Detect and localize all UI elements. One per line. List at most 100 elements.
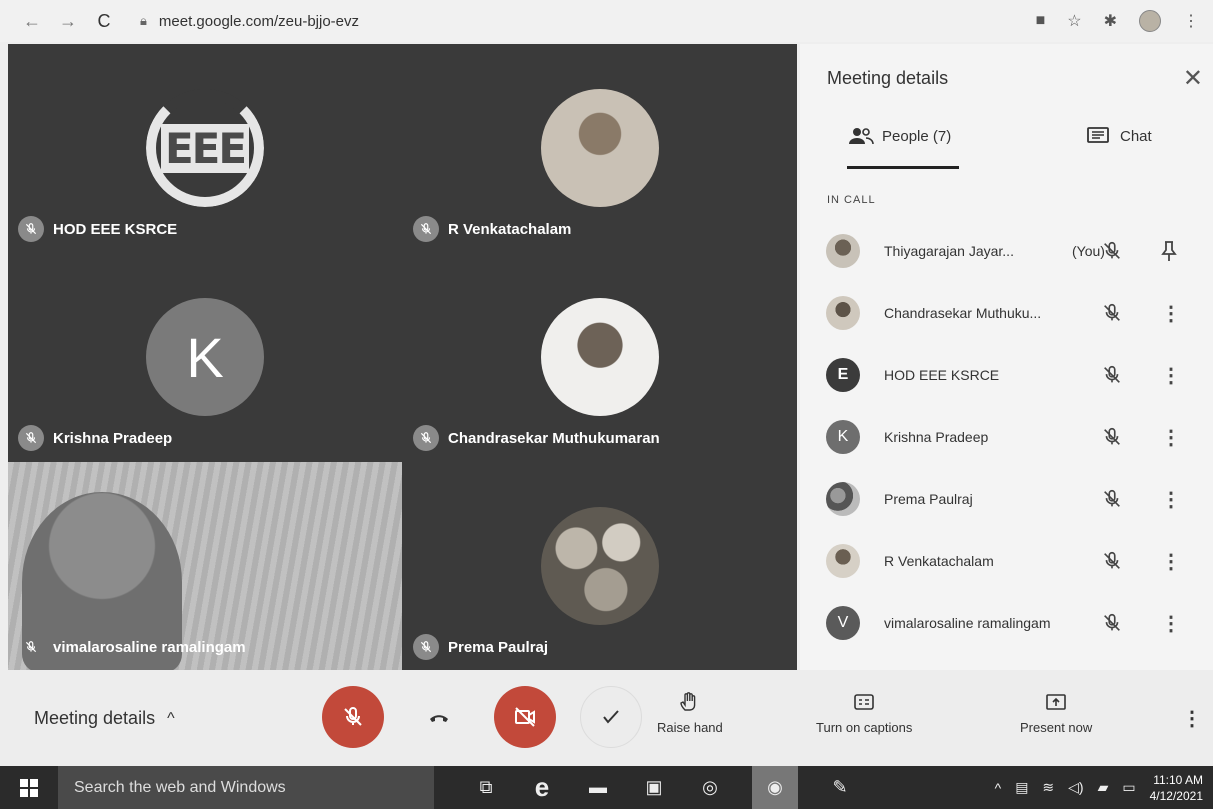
browser-menu-icon[interactable]: ⋮: [1183, 11, 1199, 31]
person-avatar: [826, 234, 860, 268]
checkmark-icon: [603, 710, 619, 724]
panel-tabs: People (7) Chat: [800, 126, 1213, 170]
more-options-icon[interactable]: ⋮: [1161, 301, 1181, 326]
video-grid: EEE HOD EEE KSRCE R Venkatachalam K Kris…: [8, 44, 797, 672]
participant-photo: [541, 298, 659, 416]
more-options-icon[interactable]: ⋮: [1161, 549, 1181, 574]
leave-call-button[interactable]: [408, 686, 470, 748]
pin-icon[interactable]: [1159, 240, 1179, 262]
participant-initial: K: [146, 298, 264, 416]
participant-video-tile[interactable]: vimalarosaline ramalingam: [8, 462, 402, 672]
paint-icon[interactable]: ✎: [826, 774, 854, 802]
back-icon[interactable]: ←: [22, 11, 42, 32]
more-options-icon[interactable]: ⋮: [1182, 706, 1202, 731]
chrome-icon[interactable]: ◉: [752, 766, 798, 809]
windows-logo-icon: [20, 778, 38, 797]
start-button[interactable]: [0, 766, 58, 809]
person-row[interactable]: Prema Paulraj ⋮: [826, 479, 1206, 519]
participant-label: R Venkatachalam: [413, 216, 571, 242]
system-tray: ^ ▤ ≋ ◁) ▰ ▭ 11:10 AM 4/12/2021: [995, 766, 1203, 809]
person-row[interactable]: E HOD EEE KSRCE ⋮: [826, 355, 1206, 395]
confirm-button[interactable]: [580, 686, 642, 748]
tab-people[interactable]: People (7): [848, 126, 951, 146]
participant-tile[interactable]: EEE HOD EEE KSRCE: [8, 44, 402, 252]
section-heading: IN CALL: [827, 194, 876, 206]
edge-browser-icon[interactable]: e: [528, 772, 556, 802]
hand-icon: [680, 692, 696, 711]
person-row[interactable]: Thiyagarajan Jayar... (You): [826, 231, 1206, 271]
person-row[interactable]: K Krishna Pradeep ⋮: [826, 417, 1206, 457]
clock[interactable]: 11:10 AM 4/12/2021: [1150, 772, 1203, 804]
more-options-icon[interactable]: ⋮: [1161, 611, 1181, 636]
mic-off-icon[interactable]: [1101, 612, 1123, 634]
captions-icon: [854, 694, 874, 710]
raise-hand-button[interactable]: Raise hand: [657, 692, 723, 735]
person-row[interactable]: V vimalarosaline ramalingam ⋮: [826, 603, 1206, 643]
wifi-icon[interactable]: ≋: [1042, 779, 1054, 796]
person-avatar: [826, 482, 860, 516]
keyboard-icon[interactable]: ▭: [1122, 779, 1135, 796]
profile-avatar[interactable]: [1139, 10, 1161, 32]
eee-logo: EEE: [146, 89, 264, 207]
present-icon: [1046, 694, 1066, 710]
browser-toolbar: ← → C 🔒︎ meet.google.com/zeu-bjjo-evz ■ …: [0, 0, 1213, 42]
notification-icon[interactable]: ▰: [1098, 779, 1109, 796]
address-bar[interactable]: 🔒︎ meet.google.com/zeu-bjjo-evz: [140, 13, 359, 30]
person-avatar: E: [826, 358, 860, 392]
taskbar-apps: ⧉ e ▬ ▣ ◎ ◉ ✎: [472, 766, 854, 809]
more-options-icon[interactable]: ⋮: [1161, 487, 1181, 512]
mic-off-icon[interactable]: [1101, 364, 1123, 386]
captions-button[interactable]: Turn on captions: [816, 692, 912, 735]
people-icon: [849, 128, 874, 145]
participant-tile[interactable]: Chandrasekar Muthukumaran: [403, 253, 797, 461]
volume-icon[interactable]: ◁): [1068, 779, 1083, 796]
more-options-icon[interactable]: ⋮: [1161, 425, 1181, 450]
panel-title: Meeting details: [827, 68, 949, 88]
lock-icon: 🔒︎: [140, 13, 147, 28]
mic-off-icon: [18, 216, 44, 242]
extension-icon[interactable]: ✱: [1104, 11, 1117, 31]
mic-off-icon: [344, 706, 362, 726]
microphone-toggle-button[interactable]: [322, 686, 384, 748]
camera-toggle-button[interactable]: [494, 686, 556, 748]
chat-icon: [1087, 127, 1109, 143]
more-options-icon[interactable]: ⋮: [1161, 363, 1181, 388]
store-icon[interactable]: ▣: [640, 774, 668, 802]
mic-off-icon[interactable]: [1101, 240, 1123, 262]
participant-tile[interactable]: K Krishna Pradeep: [8, 253, 402, 461]
app-icon[interactable]: ◎: [696, 774, 724, 802]
taskbar-search[interactable]: Search the web and Windows: [58, 766, 434, 809]
person-avatar: [826, 296, 860, 330]
participant-tile[interactable]: Prema Paulraj: [403, 462, 797, 670]
hang-up-icon: [430, 715, 448, 722]
camera-icon[interactable]: ■: [1036, 12, 1046, 30]
participant-photo: [541, 507, 659, 625]
forward-icon[interactable]: →: [58, 11, 78, 32]
mic-off-icon[interactable]: [1101, 302, 1123, 324]
participant-label: vimalarosaline ramalingam: [18, 634, 246, 660]
task-view-icon[interactable]: ⧉: [472, 774, 500, 802]
mic-off-icon[interactable]: [1101, 550, 1123, 572]
person-row[interactable]: R Venkatachalam ⋮: [826, 541, 1206, 581]
participant-label: HOD EEE KSRCE: [18, 216, 177, 242]
present-now-button[interactable]: Present now: [1020, 692, 1092, 735]
meeting-details-button[interactable]: Meeting details ^: [34, 708, 175, 729]
reload-icon[interactable]: C: [94, 11, 114, 32]
mic-off-icon: [18, 425, 44, 451]
windows-taskbar: Search the web and Windows ⧉ e ▬ ▣ ◎ ◉ ✎…: [0, 766, 1213, 809]
person-row[interactable]: Chandrasekar Muthuku... ⋮: [826, 293, 1206, 333]
file-explorer-icon[interactable]: ▬: [584, 774, 612, 802]
participant-tile[interactable]: R Venkatachalam: [403, 44, 797, 252]
mic-off-icon: [413, 425, 439, 451]
language-icon[interactable]: ▤: [1015, 779, 1028, 796]
mic-off-icon[interactable]: [1101, 488, 1123, 510]
meeting-details-panel: Meeting details ✕ People (7) Chat IN CAL…: [800, 44, 1213, 670]
mic-off-icon: [413, 216, 439, 242]
tab-chat[interactable]: Chat: [1086, 126, 1152, 146]
chevron-up-icon[interactable]: ^: [995, 780, 1002, 796]
participant-label: Chandrasekar Muthukumaran: [413, 425, 660, 451]
mic-off-icon[interactable]: [1101, 426, 1123, 448]
person-avatar: [826, 544, 860, 578]
star-icon[interactable]: ☆: [1067, 11, 1081, 31]
close-icon[interactable]: ✕: [1183, 64, 1203, 93]
